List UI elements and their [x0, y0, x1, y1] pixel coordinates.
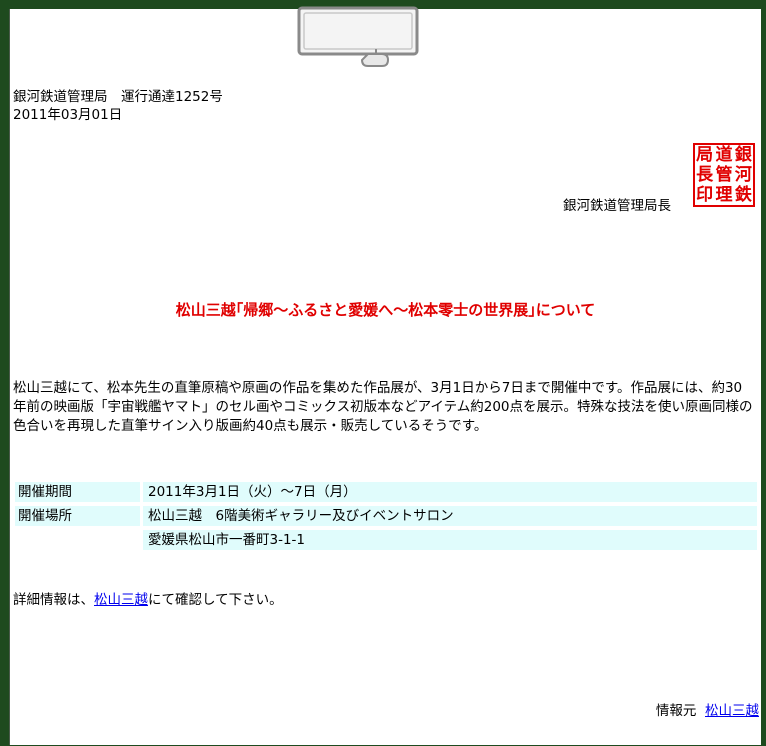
more-info-link[interactable]: 松山三越 — [94, 592, 148, 608]
source-line: 情報元 松山三越 — [656, 702, 759, 720]
notice-title: 松山三越｢帰郷～ふるさと愛媛へ～松本零士の世界展｣について — [175, 301, 596, 319]
notice-date: 2011年03月01日 — [13, 107, 123, 123]
notice-body: 松山三越にて、松本先生の直筆原稿や原画の作品を集めた作品展が、3月1日から7日ま… — [13, 380, 753, 434]
source-link[interactable]: 松山三越 — [705, 703, 759, 719]
source-label: 情報元 — [655, 703, 697, 719]
venue-value: 松山三越 6階美術ギャラリー及びイベントサロン — [143, 506, 757, 526]
more-info-line: 詳細情報は、松山三越にて確認して下さい。 — [13, 591, 283, 609]
address-row: 愛媛県松山市一番町3-1-1 — [15, 530, 757, 550]
more-info-prefix: 詳細情報は、 — [13, 592, 94, 608]
more-info-suffix: にて確認して下さい。 — [148, 592, 283, 608]
bureau-line: 銀河鉄道管理局 運行通達1252号 — [13, 89, 223, 105]
venue-row: 開催場所 松山三越 6階美術ギャラリー及びイベントサロン — [15, 506, 757, 526]
paper-clip-icon — [297, 6, 419, 67]
address-value: 愛媛県松山市一番町3-1-1 — [143, 530, 757, 550]
venue-label: 開催場所 — [15, 506, 140, 526]
period-value: 2011年3月1日（火）～7日（月） — [143, 482, 757, 502]
notice-sheet: 銀河鉄道管理局 運行通達1252号 2011年03月01日 銀河鉄道管理局長 局… — [9, 6, 761, 745]
red-seal-stamp: 局 長 印 道 管 理 銀 河 鉄 — [693, 143, 755, 207]
sender-title: 銀河鉄道管理局長 — [563, 198, 671, 214]
period-label: 開催期間 — [15, 482, 140, 502]
address-label-empty — [15, 530, 140, 550]
period-row: 開催期間 2011年3月1日（火）～7日（月） — [15, 482, 757, 502]
